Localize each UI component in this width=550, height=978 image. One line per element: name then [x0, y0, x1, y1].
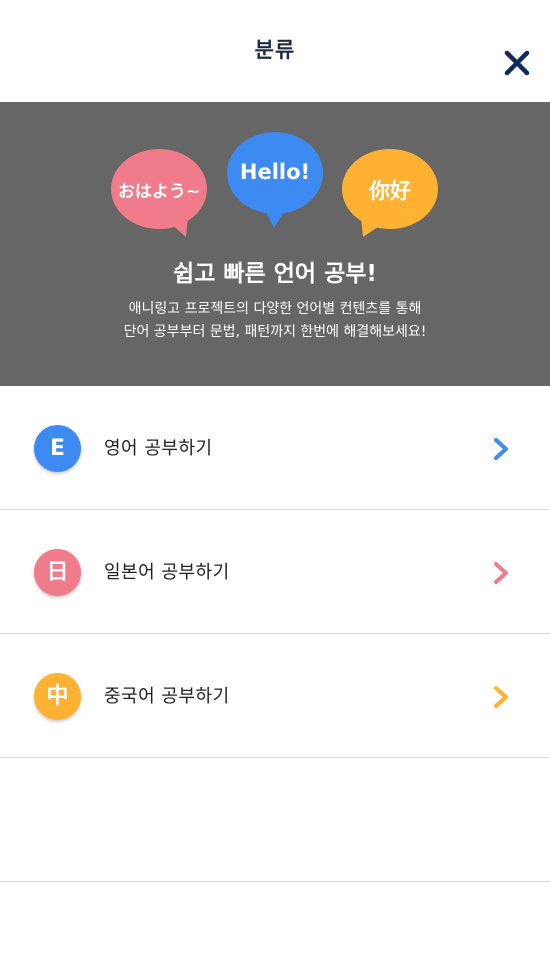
page-title: 분류 [254, 38, 296, 62]
menu-item-label: 중국어 공부하기 [104, 686, 230, 707]
chevron-right-icon [494, 438, 508, 460]
intro-banner: おはよう~ Hello! 你好 쉽고 빠른 언어 공부! 애니링고 프로젝트의 … [0, 102, 550, 386]
bubble-text-japanese: おはよう~ [117, 182, 201, 202]
speech-bubble-chinese: 你好 [341, 149, 439, 239]
menu-item-japanese[interactable]: 日 일본어 공부하기 [0, 510, 550, 634]
close-button[interactable] [498, 44, 536, 82]
bubble-text-english: Hello! [239, 160, 311, 184]
menu-item-chinese[interactable]: 中 중국어 공부하기 [0, 634, 550, 758]
menu-item-label: 일본어 공부하기 [104, 562, 230, 583]
banner-description: 애니링고 프로젝트의 다양한 언어별 컨텐츠를 통해 단어 공부부터 문법, 패… [0, 298, 550, 344]
speech-bubble-english: Hello! [227, 132, 323, 229]
badge-english: E [34, 425, 81, 472]
header: 분류 [0, 0, 550, 102]
banner-description-line2: 단어 공부부터 문법, 패턴까지 한번에 해결해보세요! [123, 324, 427, 340]
banner-headline: 쉽고 빠른 언어 공부! [173, 261, 377, 287]
menu-item-english[interactable]: E 영어 공부하기 [0, 386, 550, 510]
menu-item-label: 영어 공부하기 [104, 438, 213, 459]
close-icon[interactable] [498, 44, 536, 82]
chevron-right-icon [494, 562, 508, 584]
bubble-text-chinese: 你好 [369, 179, 411, 203]
badge-chinese: 中 [34, 673, 81, 720]
banner-description-line1: 애니링고 프로젝트의 다양한 언어별 컨텐츠를 통해 [128, 301, 422, 317]
chevron-right-icon [494, 686, 508, 708]
speech-bubble-japanese: おはよう~ [110, 149, 208, 239]
badge-japanese: 日 [34, 549, 81, 596]
empty-list-row [0, 758, 550, 882]
language-menu: E 영어 공부하기 日 일본어 공부하기 中 중국어 공부하기 [0, 386, 550, 882]
